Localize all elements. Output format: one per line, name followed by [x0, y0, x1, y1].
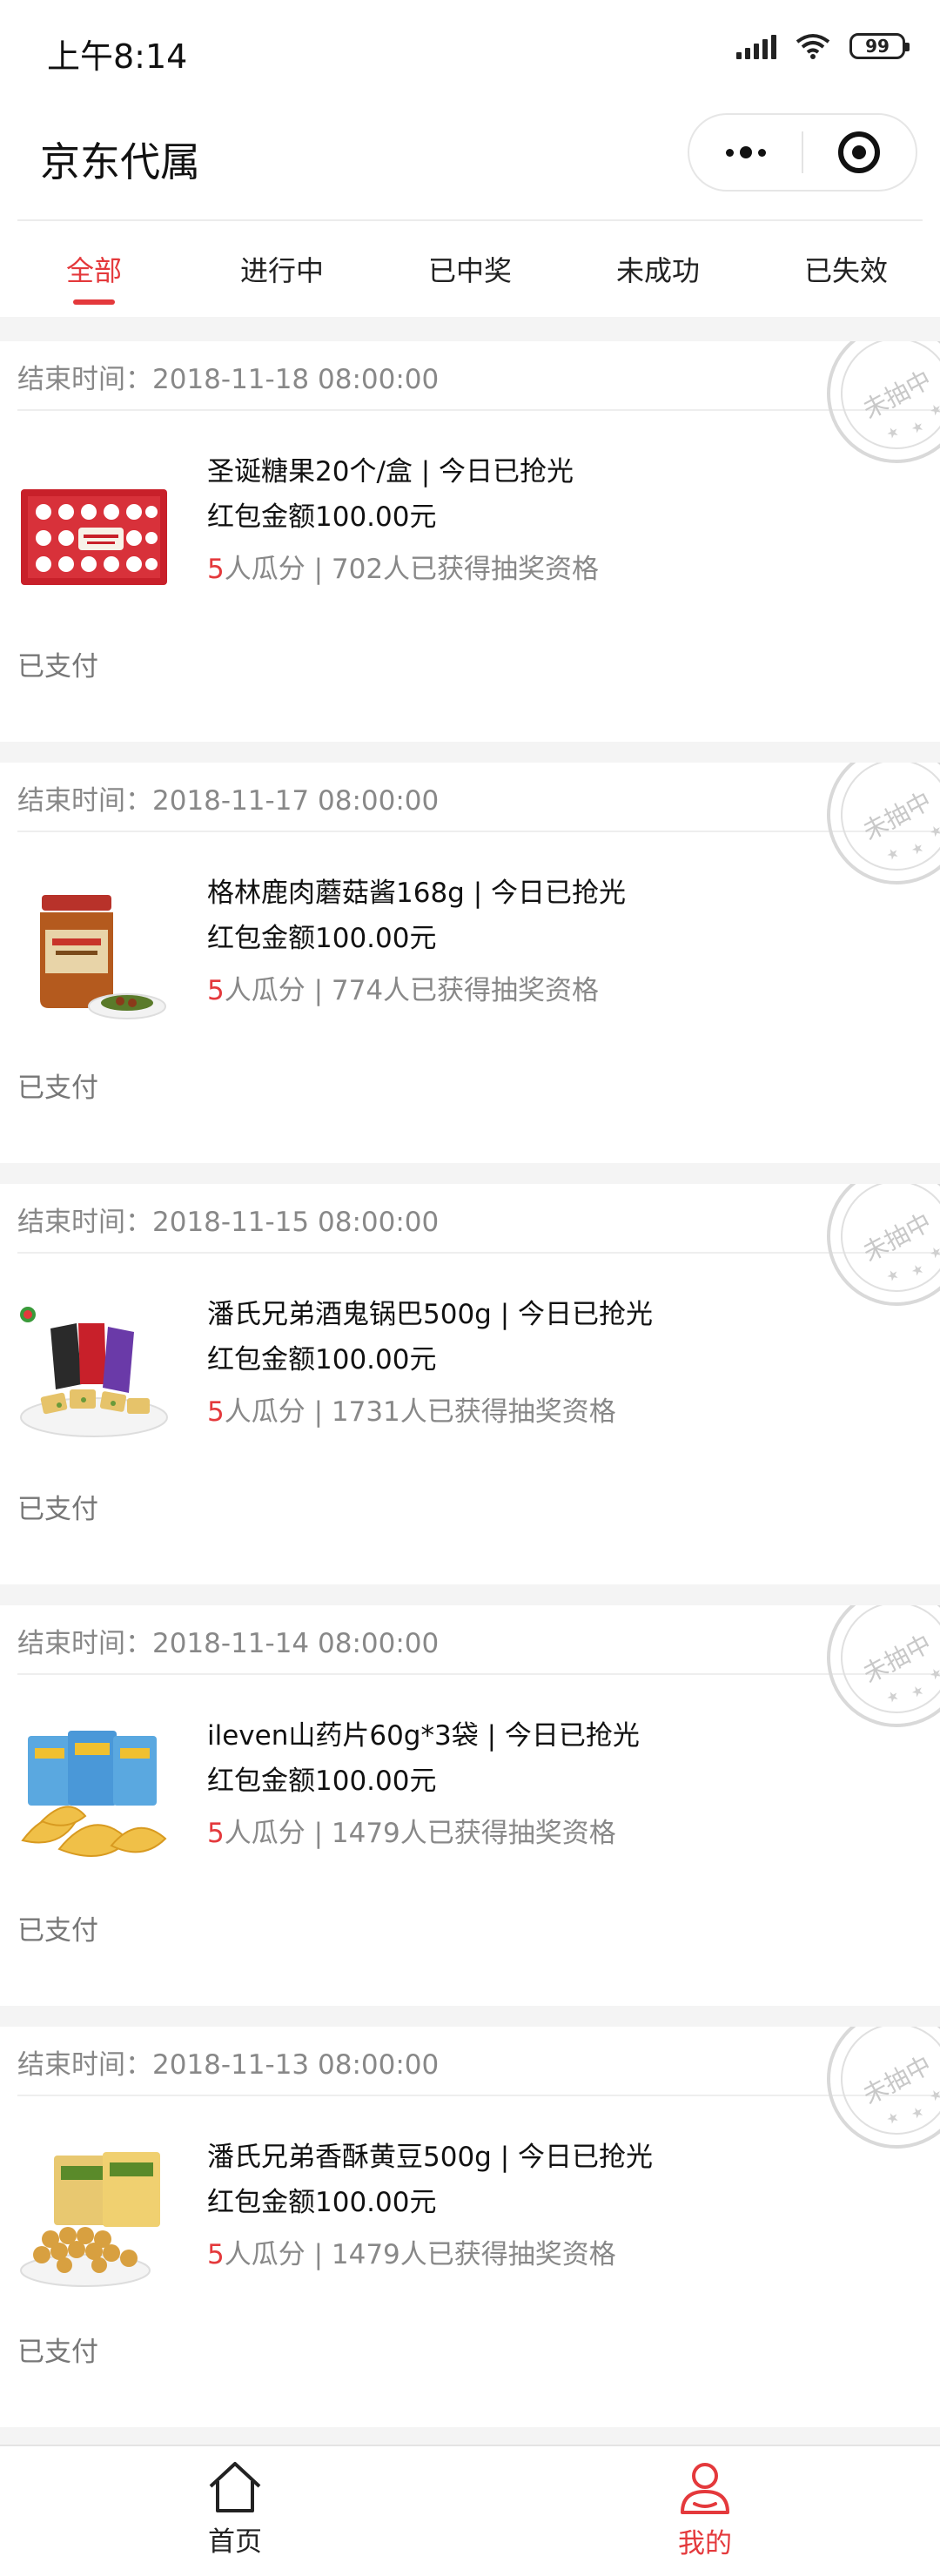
end-time: 结束时间：2018-11-15 08:00:00 [17, 1206, 440, 1238]
payment-status: 已支付 [17, 2337, 98, 2368]
tabbar-home[interactable]: 首页 [0, 2446, 470, 2576]
red-packet-amount: 红包金额100.00元 [207, 1766, 437, 1797]
status-icons: 99 [736, 33, 910, 59]
filter-tabs: 全部 进行中 已中奖 未成功 已失效 [0, 221, 940, 317]
dot-icon [757, 148, 766, 157]
tabbar-home-label: 首页 [208, 2526, 262, 2558]
divider [17, 831, 940, 832]
not-drawn-stamp: 未抽中 ★ ★ ★ [802, 763, 940, 910]
close-mini-program-button[interactable] [803, 115, 916, 190]
not-drawn-stamp: 未抽中 ★ ★ ★ [802, 1184, 940, 1331]
participants-info: 5人瓜分 | 1479人已获得抽奖资格 [207, 2232, 616, 2271]
page-title: 京东代属 [40, 138, 200, 185]
tabbar-mine-label: 我的 [678, 2528, 732, 2559]
end-time: 结束时间：2018-11-13 08:00:00 [17, 2048, 440, 2081]
participants-text: 人瓜分 | 1731人已获得抽奖资格 [224, 1396, 616, 1428]
red-packet-amount: 红包金额100.00元 [207, 2187, 437, 2218]
payment-status: 已支付 [17, 651, 98, 683]
payment-status: 已支付 [17, 1915, 98, 1947]
more-menu-button[interactable] [689, 115, 802, 190]
not-drawn-stamp: 未抽中 ★ ★ ★ [802, 341, 940, 488]
participants-info: 5人瓜分 | 774人已获得抽奖资格 [207, 968, 599, 1007]
user-icon [681, 2463, 729, 2514]
payment-status: 已支付 [17, 1494, 98, 1525]
end-time: 结束时间：2018-11-17 08:00:00 [17, 784, 440, 817]
end-time: 结束时间：2018-11-18 08:00:00 [17, 363, 440, 395]
tab-label: 已失效 [803, 254, 888, 287]
status-bar: 上午8:14 99 [0, 0, 940, 103]
battery-icon: 99 [849, 33, 910, 59]
participants-info: 5人瓜分 | 702人已获得抽奖资格 [207, 547, 599, 586]
product-image [20, 2152, 160, 2287]
target-icon [838, 131, 881, 173]
participants-text: 人瓜分 | 1479人已获得抽奖资格 [224, 2239, 616, 2270]
tab-expired[interactable]: 已失效 [752, 221, 940, 317]
list-item[interactable]: 结束时间：2018-11-18 08:00:00 未抽中 ★★★ 圣诞糖果2 [0, 341, 940, 742]
list-item[interactable]: 结束时间：2018-11-17 08:00:00 未抽中 ★ ★ ★ 格林鹿肉蘑菇酱… [0, 763, 940, 1163]
share-count: 5 [207, 2239, 225, 2270]
red-packet-amount: 红包金额100.00元 [207, 923, 437, 954]
participants-text: 人瓜分 | 774人已获得抽奖资格 [224, 975, 600, 1006]
share-count: 5 [207, 975, 225, 1006]
share-count: 5 [207, 1818, 225, 1849]
end-time: 结束时间：2018-11-14 08:00:00 [17, 1627, 440, 1659]
tab-label: 进行中 [239, 254, 324, 287]
product-name: 格林鹿肉蘑菇酱168g | 今日已抢光 [207, 878, 626, 909]
mini-program-capsule [688, 113, 917, 192]
product-image [21, 1731, 167, 1857]
status-time: 上午8:14 [47, 37, 188, 76]
signal-icon [736, 33, 776, 59]
lottery-list: 结束时间：2018-11-18 08:00:00 未抽中 ★★★ 圣诞糖果2 [0, 341, 940, 2448]
not-drawn-stamp: 未抽中 ★ ★ ★ [802, 1605, 940, 1752]
tab-label: 已中奖 [427, 254, 512, 287]
home-icon [209, 2462, 261, 2512]
product-image [20, 1307, 168, 1437]
red-packet-amount: 红包金额100.00元 [207, 1344, 437, 1375]
dot-icon [725, 148, 734, 157]
tab-label: 全部 [65, 254, 122, 287]
not-drawn-stamp: 未抽中 ★ ★ ★ [802, 2027, 940, 2174]
divider [17, 1673, 940, 1675]
participants-info: 5人瓜分 | 1731人已获得抽奖资格 [207, 1389, 616, 1429]
tab-all[interactable]: 全部 [0, 221, 188, 317]
list-item[interactable]: 结束时间：2018-11-15 08:00:00 未抽中 ★ ★ ★ 潘氏兄弟酒鬼锅… [0, 1184, 940, 1584]
product-name: 潘氏兄弟香酥黄豆500g | 今日已抢光 [207, 2142, 653, 2173]
nav-bar: 京东代属 [0, 103, 940, 221]
page: 上午8:14 99 京东代属 全部 进行中 已中奖 未成功 已失效 结束时间：2… [0, 0, 940, 2576]
active-tab-indicator [73, 299, 115, 305]
share-count: 5 [207, 1396, 225, 1428]
product-name: 潘氏兄弟酒鬼锅巴500g | 今日已抢光 [207, 1299, 653, 1330]
payment-status: 已支付 [17, 1073, 98, 1104]
product-name: ileven山药片60g*3袋 | 今日已抢光 [207, 1720, 640, 1752]
share-count: 5 [207, 554, 225, 585]
tab-won[interactable]: 已中奖 [376, 221, 564, 317]
tabbar-mine[interactable]: 我的 [470, 2446, 940, 2576]
divider [17, 2095, 940, 2096]
product-image [40, 895, 166, 1019]
list-item[interactable]: 结束时间：2018-11-13 08:00:00 未抽中 ★★★ 潘氏兄弟香 [0, 2027, 940, 2427]
tab-label: 未成功 [615, 254, 700, 287]
bottom-tab-bar: 首页 我的 [0, 2445, 940, 2576]
tab-in-progress[interactable]: 进行中 [188, 221, 376, 317]
product-name: 圣诞糖果20个/盒 | 今日已抢光 [207, 456, 574, 488]
red-packet-amount: 红包金额100.00元 [207, 501, 437, 533]
dot-icon [739, 146, 752, 158]
participants-info: 5人瓜分 | 1479人已获得抽奖资格 [207, 1811, 616, 1850]
list-item[interactable]: 结束时间：2018-11-14 08:00:00 未抽中 ★ ★ ★ ileve… [0, 1605, 940, 2006]
participants-text: 人瓜分 | 702人已获得抽奖资格 [224, 554, 600, 585]
wifi-icon [796, 33, 830, 59]
divider [17, 1252, 940, 1254]
tab-unsuccessful[interactable]: 未成功 [564, 221, 752, 317]
participants-text: 人瓜分 | 1479人已获得抽奖资格 [224, 1818, 616, 1849]
divider [17, 409, 940, 411]
product-image [21, 489, 167, 585]
